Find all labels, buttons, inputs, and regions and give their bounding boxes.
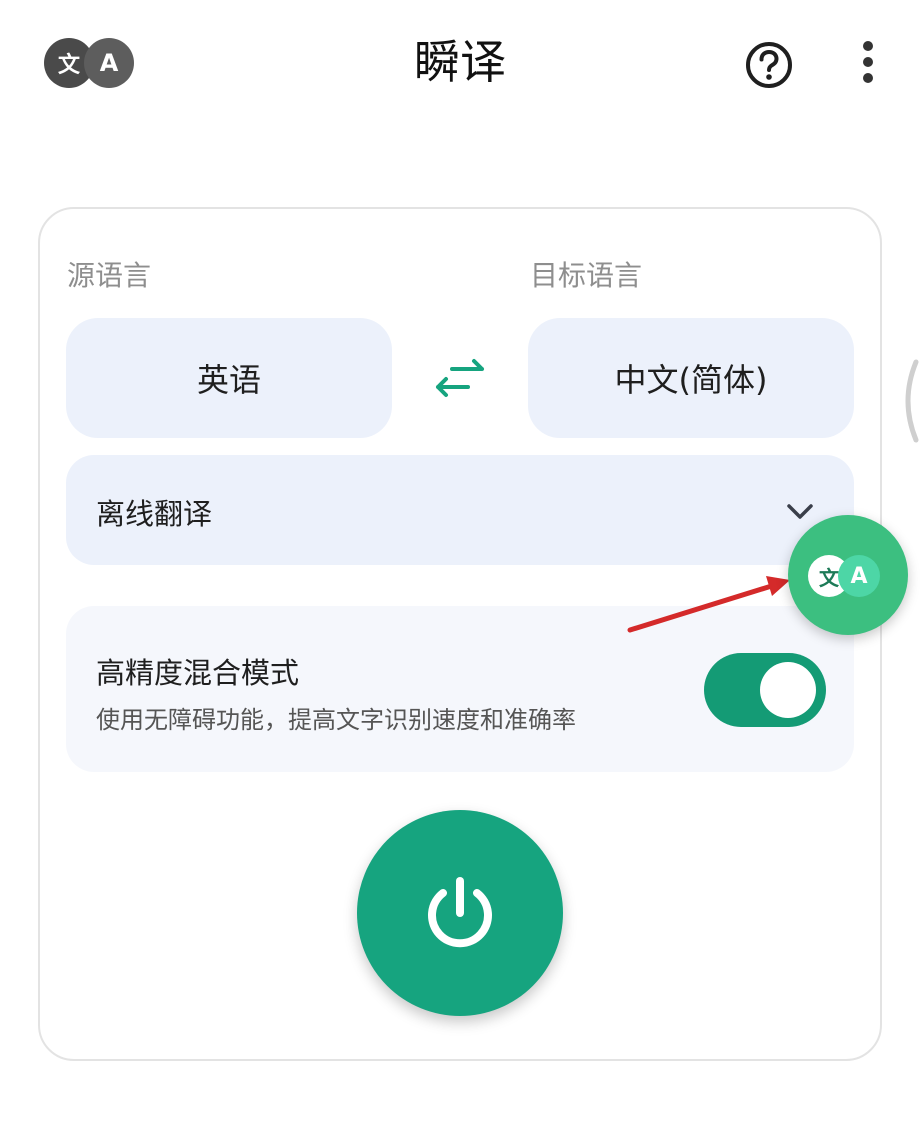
source-language-button[interactable]: 英语 xyxy=(66,318,392,438)
more-vertical-icon xyxy=(863,41,873,83)
translation-mode-value: 离线翻译 xyxy=(96,497,213,531)
target-language-label: 目标语言 xyxy=(530,259,643,292)
fab-a-circle: A xyxy=(838,555,880,597)
high-precision-description: 使用无障碍功能，提高文字识别速度和准确率 xyxy=(96,706,576,734)
edge-drag-handle[interactable] xyxy=(894,358,920,444)
high-precision-title: 高精度混合模式 xyxy=(96,656,300,690)
app-screen: 文 A 瞬译 i3综合社区 www.i3zh.com 源语言 目标语言 英语 xyxy=(0,0,920,1140)
source-language-label: 源语言 xyxy=(67,259,152,292)
toggle-knob xyxy=(760,662,816,718)
help-button[interactable] xyxy=(744,40,794,90)
chevron-down-icon xyxy=(787,504,813,519)
high-precision-toggle[interactable] xyxy=(704,653,826,727)
annotation-arrow xyxy=(627,576,790,633)
help-circle-icon xyxy=(746,42,792,88)
swap-arrows-icon xyxy=(436,359,484,397)
translation-mode-select[interactable]: 离线翻译 xyxy=(66,455,854,565)
power-icon xyxy=(428,877,492,948)
target-language-button[interactable]: 中文(简体) xyxy=(528,318,854,438)
swap-languages-button[interactable] xyxy=(430,356,490,400)
more-options-button[interactable] xyxy=(852,38,884,94)
source-language-value: 英语 xyxy=(196,361,261,399)
target-language-value: 中文(简体) xyxy=(614,361,768,399)
floating-translate-button[interactable]: 文 A xyxy=(788,515,908,635)
start-translation-button[interactable] xyxy=(357,810,563,1016)
